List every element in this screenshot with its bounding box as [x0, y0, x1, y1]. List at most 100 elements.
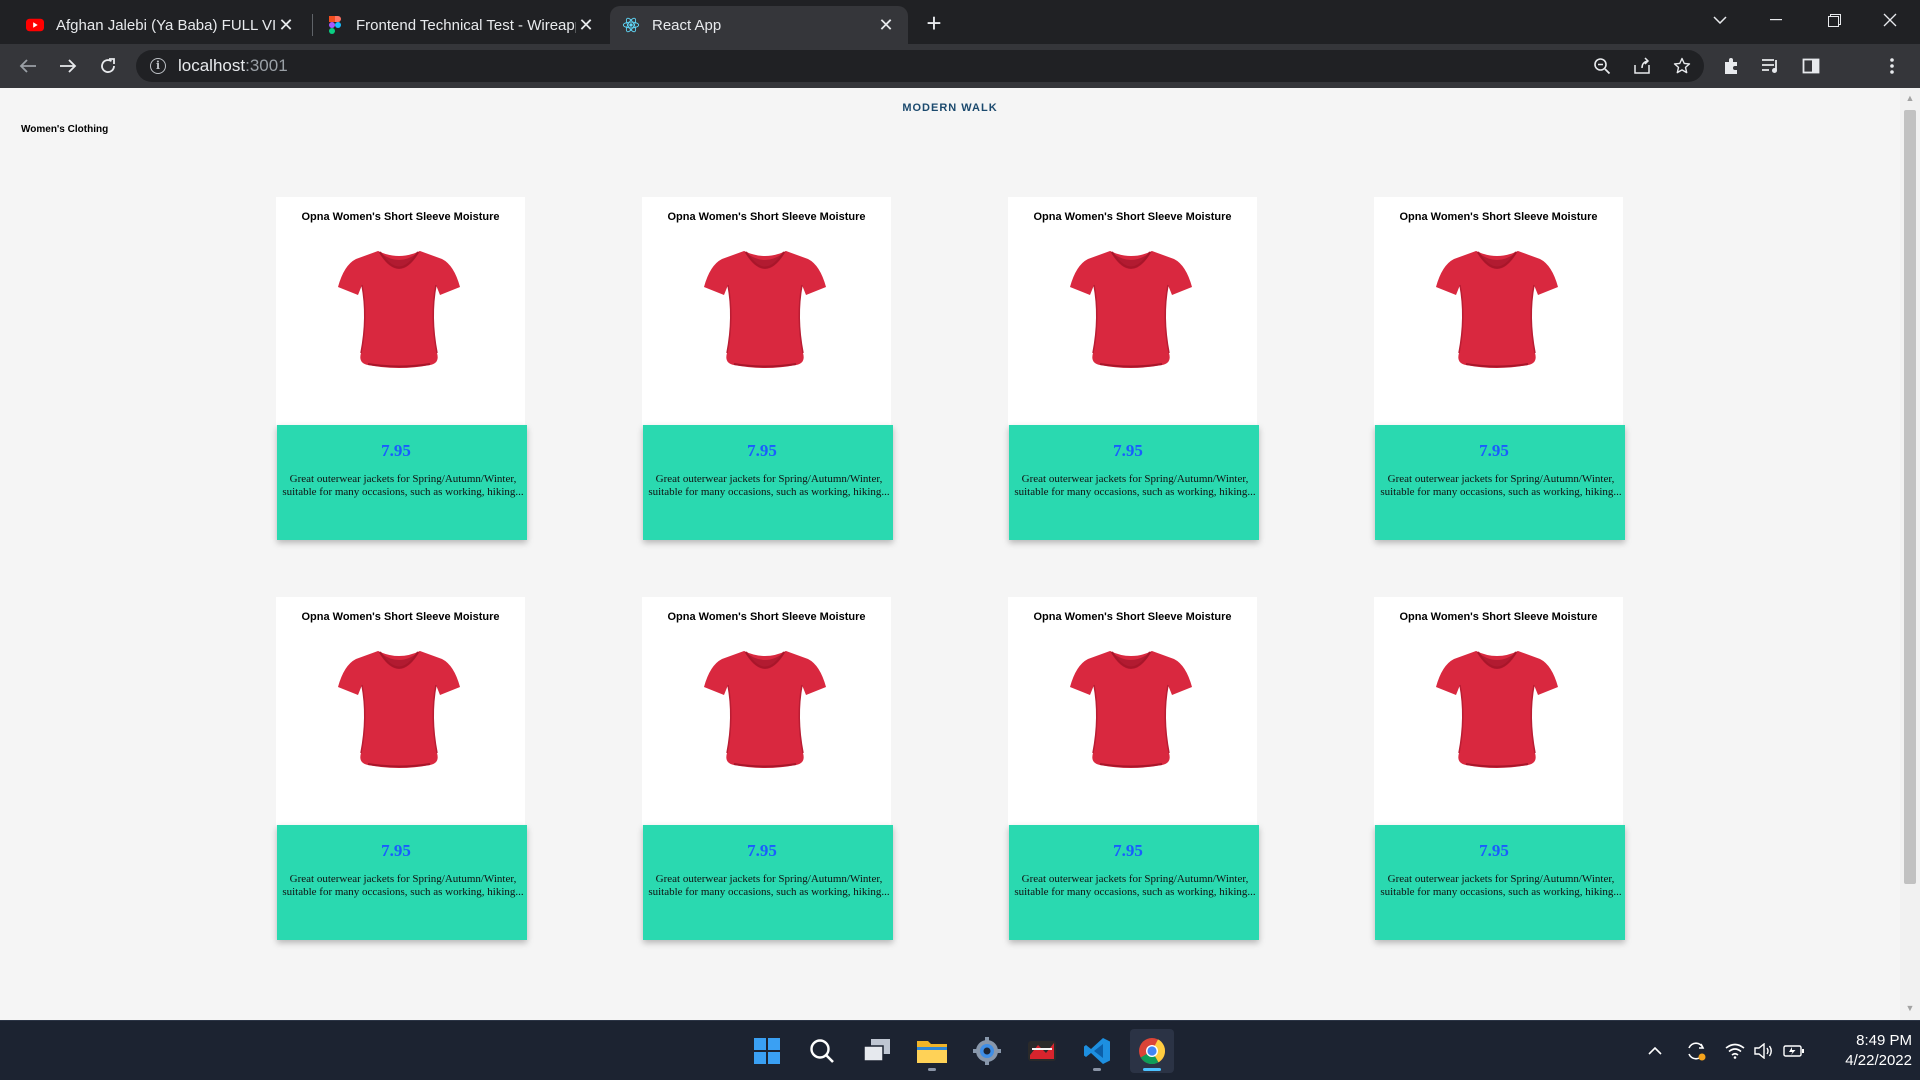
product-tshirt-image — [702, 647, 828, 771]
share-icon[interactable] — [1630, 54, 1654, 78]
youtube-icon — [26, 16, 44, 34]
product-card-image-area: Opna Women's Short Sleeve Moisture — [276, 197, 525, 425]
product-price: 7.95 — [1113, 441, 1143, 460]
product-description: Great outerwear jackets for Spring/Autum… — [648, 473, 890, 498]
product-price: 7.95 — [381, 841, 411, 860]
tab-title: React App — [652, 16, 722, 34]
product-tshirt-image — [336, 647, 462, 771]
scroll-up-arrow-icon[interactable]: ▲ — [1900, 90, 1920, 106]
product-description: Great outerwear jackets for Spring/Autum… — [282, 473, 524, 498]
product-card-info: 7.95 Great outerwear jackets for Spring/… — [1009, 425, 1259, 540]
minimize-button[interactable] — [1748, 0, 1804, 40]
product-description: Great outerwear jackets for Spring/Autum… — [1380, 873, 1622, 898]
scroll-down-arrow-icon[interactable]: ▼ — [1900, 1000, 1920, 1016]
product-tshirt-image — [1434, 247, 1560, 371]
tab-youtube[interactable]: Afghan Jalebi (Ya Baba) FULL VIDEO Song … — [14, 6, 308, 44]
clock-time: 8:49 PM — [1856, 1032, 1912, 1049]
product-card[interactable]: Opna Women's Short Sleeve Moisture 7.95 … — [276, 197, 527, 540]
tab-title: Afghan Jalebi (Ya Baba) FULL VIDEO Song … — [56, 16, 276, 34]
product-card-info: 7.95 Great outerwear jackets for Spring/… — [277, 425, 527, 540]
reload-button[interactable] — [92, 50, 124, 82]
product-description: Great outerwear jackets for Spring/Autum… — [648, 873, 890, 898]
file-explorer-icon[interactable] — [910, 1029, 954, 1073]
product-price: 7.95 — [381, 441, 411, 460]
windows-start-icon[interactable] — [745, 1029, 789, 1073]
product-card-info: 7.95 Great outerwear jackets for Spring/… — [277, 825, 527, 940]
brand-title[interactable]: MODERN WALK — [0, 102, 1900, 114]
url-text[interactable]: localhost:3001 — [178, 56, 288, 76]
product-description: Great outerwear jackets for Spring/Autum… — [1380, 473, 1622, 498]
show-hidden-icons-chevron-icon[interactable] — [1643, 1039, 1667, 1063]
tab-title: Frontend Technical Test - Wireapp — [356, 16, 576, 34]
restore-button[interactable] — [1806, 0, 1862, 40]
back-button[interactable] — [12, 50, 44, 82]
bookmark-star-icon[interactable] — [1670, 54, 1694, 78]
product-price: 7.95 — [747, 441, 777, 460]
product-title: Opna Women's Short Sleeve Moisture — [1399, 611, 1598, 623]
product-price: 7.95 — [1479, 441, 1509, 460]
product-tshirt-image — [1068, 647, 1194, 771]
product-description: Great outerwear jackets for Spring/Autum… — [282, 873, 524, 898]
close-icon[interactable]: ✕ — [576, 15, 596, 35]
close-window-button[interactable] — [1862, 0, 1918, 40]
product-title: Opna Women's Short Sleeve Moisture — [667, 611, 866, 623]
browser-tab-strip: Afghan Jalebi (Ya Baba) FULL VIDEO Song … — [0, 0, 1920, 44]
task-view-icon[interactable] — [855, 1029, 899, 1073]
zoom-icon[interactable] — [1590, 54, 1614, 78]
product-price: 7.95 — [1113, 841, 1143, 860]
product-tshirt-image — [336, 247, 462, 371]
new-tab-button[interactable]: + — [918, 8, 950, 40]
sync-icon[interactable] — [1684, 1039, 1708, 1063]
product-price: 7.95 — [747, 841, 777, 860]
product-card-image-area: Opna Women's Short Sleeve Moisture — [1374, 197, 1623, 425]
search-icon[interactable] — [800, 1029, 844, 1073]
product-card-image-area: Opna Women's Short Sleeve Moisture — [642, 597, 891, 825]
chrome-menu-icon[interactable] — [1880, 54, 1904, 78]
wifi-icon[interactable] — [1723, 1039, 1747, 1063]
product-description: Great outerwear jackets for Spring/Autum… — [1014, 873, 1256, 898]
media-queue-icon[interactable] — [1759, 54, 1783, 78]
page-scrollbar[interactable]: ▲ ▼ — [1900, 88, 1920, 1020]
product-card[interactable]: Opna Women's Short Sleeve Moisture 7.95 … — [1008, 197, 1259, 540]
volume-icon[interactable] — [1752, 1039, 1776, 1063]
tab-figma[interactable]: Frontend Technical Test - Wireapp ✕ — [314, 6, 608, 44]
extensions-icon[interactable] — [1719, 54, 1743, 78]
close-icon[interactable]: ✕ — [876, 15, 896, 35]
clock-date: 4/22/2022 — [1845, 1052, 1912, 1069]
battery-icon[interactable] — [1782, 1039, 1806, 1063]
product-title: Opna Women's Short Sleeve Moisture — [1399, 211, 1598, 223]
product-card[interactable]: Opna Women's Short Sleeve Moisture 7.95 … — [1008, 597, 1259, 940]
site-info-icon[interactable]: i — [150, 58, 166, 74]
windows-taskbar: 8:49 PM 4/22/2022 — [0, 1020, 1920, 1080]
product-card-info: 7.95 Great outerwear jackets for Spring/… — [1375, 425, 1625, 540]
browser-toolbar: i localhost:3001 — [0, 44, 1920, 124]
side-panel-icon[interactable] — [1799, 54, 1823, 78]
product-title: Opna Women's Short Sleeve Moisture — [1033, 611, 1232, 623]
product-card[interactable]: Opna Women's Short Sleeve Moisture 7.95 … — [1374, 597, 1625, 940]
address-bar[interactable]: i localhost:3001 — [136, 50, 1704, 82]
settings-icon[interactable] — [965, 1029, 1009, 1073]
product-card[interactable]: Opna Women's Short Sleeve Moisture 7.95 … — [276, 597, 527, 940]
figma-icon — [326, 16, 344, 34]
product-price: 7.95 — [1479, 841, 1509, 860]
product-card[interactable]: Opna Women's Short Sleeve Moisture 7.95 … — [642, 197, 893, 540]
product-title: Opna Women's Short Sleeve Moisture — [301, 611, 500, 623]
system-clock[interactable]: 8:49 PM 4/22/2022 — [1816, 1031, 1912, 1071]
product-card-image-area: Opna Women's Short Sleeve Moisture — [1374, 597, 1623, 825]
category-heading: Women's Clothing — [21, 124, 109, 135]
product-description: Great outerwear jackets for Spring/Autum… — [1014, 473, 1256, 498]
product-card[interactable]: Opna Women's Short Sleeve Moisture 7.95 … — [1374, 197, 1625, 540]
game-app-icon[interactable] — [1020, 1029, 1064, 1073]
page-viewport: MODERN WALK Women's Clothing Opna Women'… — [0, 88, 1900, 1020]
scrollbar-thumb[interactable] — [1904, 110, 1916, 884]
vscode-icon[interactable] — [1075, 1029, 1119, 1073]
chrome-icon[interactable] — [1130, 1029, 1174, 1073]
close-icon[interactable]: ✕ — [276, 15, 296, 35]
tab-search-chevron-icon[interactable] — [1692, 0, 1748, 40]
product-card-image-area: Opna Women's Short Sleeve Moisture — [1008, 597, 1257, 825]
react-icon — [622, 16, 640, 34]
forward-button[interactable] — [52, 50, 84, 82]
product-card[interactable]: Opna Women's Short Sleeve Moisture 7.95 … — [642, 597, 893, 940]
tab-react-app[interactable]: React App ✕ — [610, 6, 908, 44]
product-card-image-area: Opna Women's Short Sleeve Moisture — [276, 597, 525, 825]
